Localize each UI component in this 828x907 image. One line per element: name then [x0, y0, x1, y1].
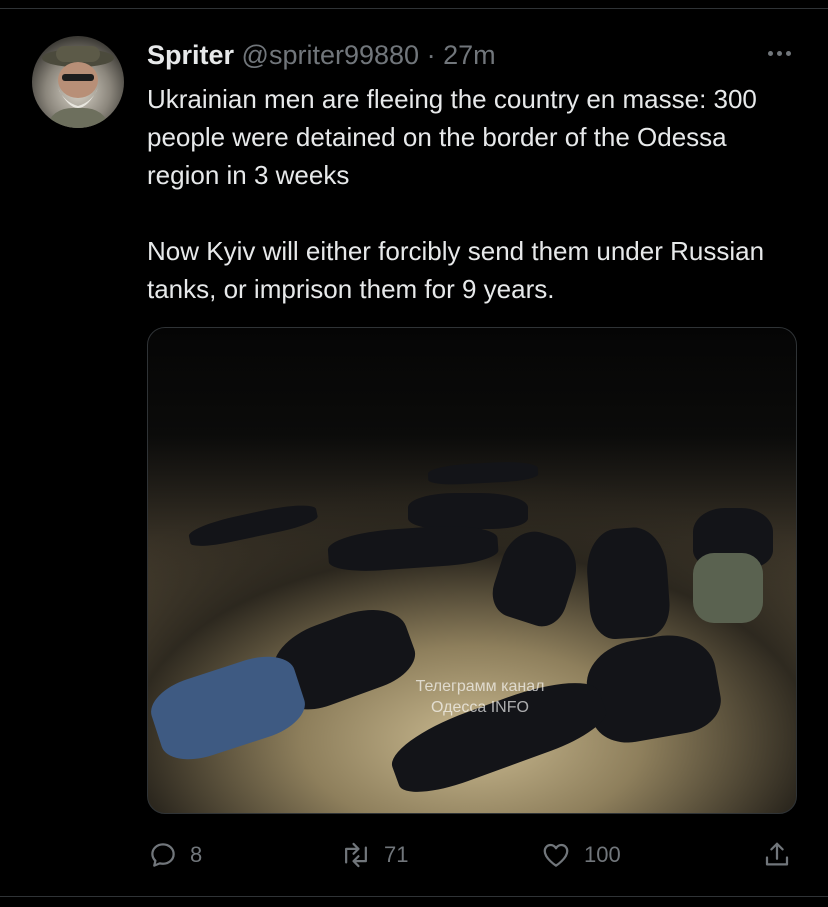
- tweet-actions: 8 71 100: [0, 835, 828, 875]
- share-icon: [765, 842, 789, 866]
- separator-dot: ·: [426, 40, 436, 70]
- watermark-line-2: Одесса INFO: [431, 699, 529, 716]
- tweet-paragraph-1: Ukrainian men are fleeing the country en…: [147, 84, 757, 190]
- top-divider: [0, 8, 828, 9]
- tweet-header: Spriter @spriter99880 · 27m: [147, 38, 496, 72]
- tweet-timestamp[interactable]: 27m: [443, 40, 496, 70]
- image-watermark: Телеграмм канал Одесса INFO: [380, 676, 580, 718]
- watermark-line-1: Телеграмм канал: [415, 678, 545, 695]
- more-icon[interactable]: [762, 40, 796, 66]
- like-icon: [543, 843, 569, 867]
- like-button[interactable]: 100: [540, 835, 621, 875]
- retweet-button[interactable]: 71: [340, 835, 408, 875]
- tweet-paragraph-2: Now Kyiv will either forcibly send them …: [147, 236, 765, 304]
- retweet-count: 71: [384, 842, 409, 867]
- share-button[interactable]: [762, 835, 792, 875]
- retweet-icon: [345, 842, 367, 868]
- like-count: 100: [584, 842, 621, 867]
- reply-button[interactable]: 8: [148, 835, 202, 875]
- tweet-image[interactable]: Телеграмм канал Одесса INFO: [147, 327, 797, 814]
- reply-count: 8: [190, 842, 203, 867]
- avatar[interactable]: [32, 36, 124, 128]
- avatar-photo: [42, 46, 114, 128]
- bottom-divider: [0, 896, 828, 897]
- author-name[interactable]: Spriter: [147, 40, 234, 70]
- author-handle[interactable]: @spriter99880: [242, 40, 420, 70]
- reply-icon: [151, 843, 175, 867]
- tweet-text: Ukrainian men are fleeing the country en…: [147, 80, 787, 308]
